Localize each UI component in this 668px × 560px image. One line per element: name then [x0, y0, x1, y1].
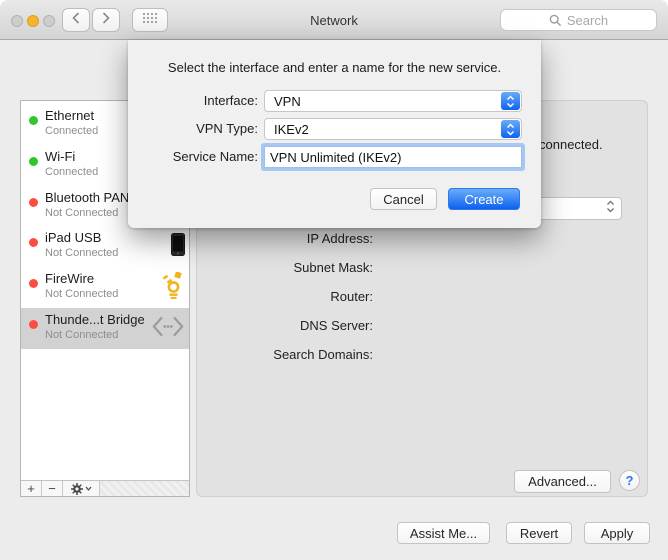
advanced-button[interactable]: Advanced...: [514, 470, 611, 493]
remove-service-button[interactable]: −: [42, 481, 63, 496]
list-footer: + −: [21, 480, 189, 496]
service-status: Not Connected: [45, 247, 118, 259]
add-service-button[interactable]: +: [21, 481, 42, 496]
vpn-type-value: IKEv2: [274, 122, 309, 137]
ipad-icon: [171, 233, 185, 261]
popup-stepper-icon: [606, 199, 615, 218]
ip-address-label: IP Address:: [197, 231, 373, 249]
list-item-thunderbolt-bridge[interactable]: Thunde...t Bridge Not Connected: [21, 308, 189, 349]
list-item-ipad-usb[interactable]: iPad USB Not Connected: [21, 226, 189, 267]
service-name: Thunde...t Bridge: [45, 312, 145, 327]
list-item-firewire[interactable]: FireWire Not Connected: [21, 267, 189, 308]
status-dot-green: [29, 157, 38, 166]
popup-stepper-icon: [501, 120, 520, 138]
show-all-button[interactable]: [132, 8, 168, 32]
close-button[interactable]: [11, 15, 23, 27]
interface-value: VPN: [274, 94, 301, 109]
network-preferences-window: Network Search connected. IP Address: Su…: [0, 0, 668, 560]
new-service-sheet: Select the interface and enter a name fo…: [128, 40, 541, 228]
window-title: Network: [234, 13, 434, 28]
chevron-left-icon: [72, 11, 80, 29]
apply-button[interactable]: Apply: [584, 522, 650, 544]
service-status: Connected: [45, 166, 98, 178]
action-menu-button[interactable]: [63, 481, 100, 496]
back-button[interactable]: [62, 8, 90, 32]
revert-button[interactable]: Revert: [506, 522, 572, 544]
dns-server-label: DNS Server:: [197, 318, 373, 336]
service-status: Not Connected: [45, 288, 118, 300]
interface-popup[interactable]: VPN: [264, 90, 522, 112]
subnet-mask-label: Subnet Mask:: [197, 260, 373, 278]
create-button[interactable]: Create: [448, 188, 520, 210]
service-name-input[interactable]: [264, 146, 522, 168]
vpn-type-label: VPN Type:: [128, 121, 258, 136]
cancel-button[interactable]: Cancel: [370, 188, 437, 210]
search-placeholder: Search: [567, 13, 608, 28]
search-input[interactable]: Search: [500, 9, 657, 31]
status-text: connected.: [539, 137, 603, 152]
status-dot-green: [29, 116, 38, 125]
toolbar: Network Search: [0, 0, 668, 40]
service-status: Not Connected: [45, 207, 118, 219]
service-status: Connected: [45, 125, 98, 137]
gear-icon: [71, 483, 83, 495]
status-dot-red: [29, 198, 38, 207]
zoom-button[interactable]: [43, 15, 55, 27]
status-dot-red: [29, 320, 38, 329]
popup-stepper-icon: [501, 92, 520, 110]
interface-label: Interface:: [128, 93, 258, 108]
service-name: Ethernet: [45, 108, 94, 123]
search-icon: [549, 14, 562, 27]
service-status: Not Connected: [45, 329, 118, 341]
router-label: Router:: [197, 289, 373, 307]
service-name: FireWire: [45, 271, 94, 286]
forward-button[interactable]: [92, 8, 120, 32]
chevron-right-icon: [102, 11, 110, 29]
vpn-type-popup[interactable]: IKEv2: [264, 118, 522, 140]
status-dot-red: [29, 279, 38, 288]
thunderbolt-bridge-icon: [151, 313, 185, 344]
search-domains-label: Search Domains:: [197, 347, 373, 365]
service-name-label: Service Name:: [128, 149, 258, 164]
help-button[interactable]: ?: [619, 470, 640, 491]
minimize-button[interactable]: [27, 15, 39, 27]
sheet-message: Select the interface and enter a name fo…: [128, 60, 541, 75]
list-footer-filler: [100, 481, 189, 496]
service-name: Bluetooth PAN: [45, 190, 129, 205]
chevron-down-icon: [85, 486, 92, 491]
grid-icon: [142, 11, 158, 29]
status-dot-red: [29, 238, 38, 247]
service-name: iPad USB: [45, 230, 101, 245]
service-name: Wi-Fi: [45, 149, 75, 164]
firewire-icon: [162, 272, 185, 304]
assist-me-button[interactable]: Assist Me...: [397, 522, 490, 544]
